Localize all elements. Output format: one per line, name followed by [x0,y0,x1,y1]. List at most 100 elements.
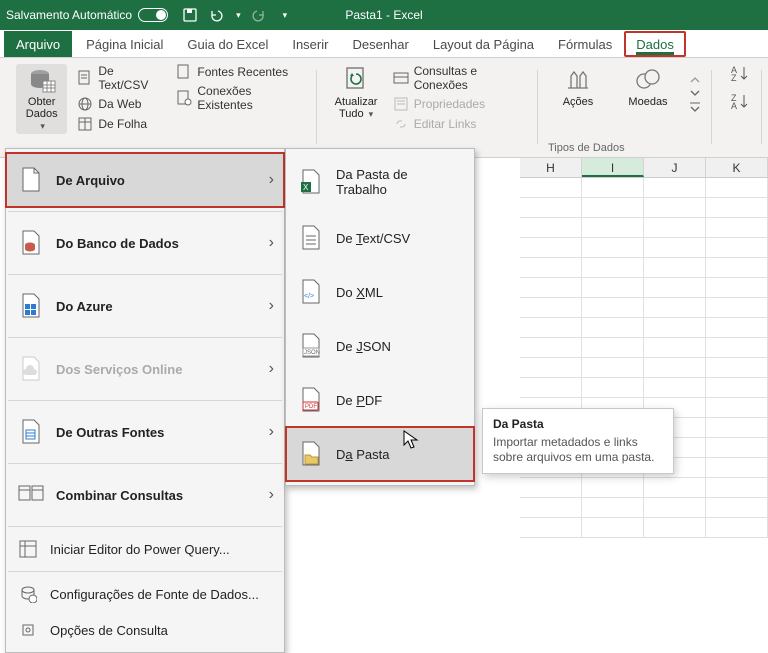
properties-label: Propriedades [414,97,485,111]
submenu-from-folder[interactable]: Da Pasta [286,427,474,481]
sort-asc-icon[interactable]: AZ [730,64,752,82]
chevron-down-icon: ▾ [40,121,45,131]
autosave-toggle-group[interactable]: Salvamento Automático [6,8,168,22]
menu-from-file[interactable]: De Arquivo [6,153,284,207]
file-icon [18,167,44,193]
from-textcsv-button[interactable]: De Text/CSV [77,64,162,92]
json-file-icon: JSON [298,333,324,359]
database-icon [18,230,44,256]
tab-home[interactable]: Página Inicial [74,31,175,57]
recent-sources-button[interactable]: Fontes Recentes [176,64,303,80]
svg-text:A: A [731,101,737,110]
queries-icon [393,70,409,86]
submenu-from-pdf[interactable]: PDF De PDF [286,373,474,427]
get-data-label-1: Obter [28,96,56,108]
tab-insert[interactable]: Inserir [280,31,340,57]
chevron-down-icon: ▾ [369,109,374,119]
tooltip-title: Da Pasta [493,417,663,431]
submenu-from-pdf-label: De PDF [336,393,382,408]
menu-query-options[interactable]: Opções de Consulta [6,612,284,648]
qat-more-chevron-icon[interactable]: ▾ [283,10,288,21]
queries-connections-button[interactable]: Consultas e Conexões [393,64,528,92]
tab-draw[interactable]: Desenhar [340,31,420,57]
gallery-more-icon[interactable] [688,101,702,113]
existing-connections-button[interactable]: Conexões Existentes [176,84,303,112]
submenu-from-workbook[interactable]: X Da Pasta de Trabalho [286,153,474,211]
menu-from-file-label: De Arquivo [56,173,125,188]
tab-data[interactable]: Dados [624,31,686,57]
colhead-h[interactable]: H [520,158,582,177]
colhead-j[interactable]: J [644,158,706,177]
currencies-label: Moedas [628,96,667,108]
tooltip: Da Pasta Importar metadados e links sobr… [482,408,674,474]
menu-query-options-label: Opções de Consulta [50,623,168,638]
menu-from-other-sources[interactable]: De Outras Fontes [6,405,284,459]
submenu-from-xml-label: Do XML [336,285,383,300]
titlebar: Salvamento Automático ▾ ▾ Pasta1 - Excel [0,0,768,30]
tab-layout[interactable]: Layout da Página [421,31,546,57]
submenu-from-xml[interactable]: </> Do XML [286,265,474,319]
colhead-k[interactable]: K [706,158,768,177]
ribbon-tabs: Arquivo Página Inicial Guia do Excel Ins… [0,30,768,58]
get-data-button[interactable]: ObterDados ▾ [16,64,67,134]
get-data-menu: De Arquivo Do Banco de Dados Do Azure Do… [5,148,285,653]
svg-text:JSON: JSON [304,350,320,356]
autosave-toggle-icon[interactable] [138,8,168,22]
xml-file-icon: </> [298,279,324,305]
menu-combine-queries-label: Combinar Consultas [56,488,183,503]
table-icon [77,116,93,132]
links-icon [393,116,409,132]
svg-text:X: X [303,183,309,192]
excel-file-icon: X [298,169,324,195]
autosave-label: Salvamento Automático [6,8,132,22]
gallery-next-icon[interactable] [688,88,702,98]
power-query-icon [18,539,38,559]
colhead-i[interactable]: I [582,158,644,177]
menu-from-database[interactable]: Do Banco de Dados [6,216,284,270]
from-sheet-button[interactable]: De Folha [77,116,162,132]
menu-from-azure-label: Do Azure [56,299,113,314]
sort-desc-icon[interactable]: ZA [730,92,752,110]
options-icon [18,620,38,640]
refresh-icon [341,64,371,94]
from-web-button[interactable]: Da Web [77,96,162,112]
stocks-type-button[interactable]: Ações [548,64,608,108]
other-sources-icon [18,419,44,445]
from-textcsv-label: De Text/CSV [98,64,162,92]
menu-from-azure[interactable]: Do Azure [6,279,284,333]
edit-links-button[interactable]: Editar Links [393,116,528,132]
undo-icon[interactable] [208,7,224,23]
gallery-prev-icon[interactable] [688,75,702,85]
currencies-type-button[interactable]: Moedas [618,64,678,108]
submenu-from-json[interactable]: JSON De JSON [286,319,474,373]
connections-icon [176,90,192,106]
combine-icon [18,482,44,508]
svg-text:</>: </> [304,293,314,300]
stocks-icon [563,64,593,94]
submenu-from-workbook-label: Da Pasta de Trabalho [336,167,456,197]
menu-data-source-settings[interactable]: Configurações de Fonte de Dados... [6,576,284,612]
datatypes-group-label: Tipos de Dados [548,142,625,154]
get-data-label-2: Dados [26,108,58,120]
menu-data-source-settings-label: Configurações de Fonte de Dados... [50,587,259,602]
database-icon [28,68,56,94]
tab-guide[interactable]: Guia do Excel [175,31,280,57]
folder-file-icon [298,441,324,467]
redo-icon[interactable] [251,7,267,23]
refresh-all-button[interactable]: AtualizarTudo ▾ [327,64,384,120]
submenu-from-textcsv-label: De Text/CSV [336,231,410,246]
submenu-from-textcsv[interactable]: De Text/CSV [286,211,474,265]
menu-combine-queries[interactable]: Combinar Consultas [6,468,284,522]
data-source-settings-icon [18,584,38,604]
menu-from-online-services: Dos Serviços Online [6,342,284,396]
menu-power-query-editor[interactable]: Iniciar Editor do Power Query... [6,531,284,567]
tab-formulas[interactable]: Fórmulas [546,31,624,57]
undo-chevron-icon[interactable]: ▾ [236,10,241,21]
save-icon[interactable] [182,7,198,23]
tab-file[interactable]: Arquivo [4,31,72,57]
refresh-label-1: Atualizar [335,96,378,108]
properties-button[interactable]: Propriedades [393,96,528,112]
ribbon: ObterDados ▾ De Text/CSV Da Web De Folha… [0,58,768,158]
submenu-from-folder-label: Da Pasta [336,447,389,462]
menu-from-other-sources-label: De Outras Fontes [56,425,164,440]
